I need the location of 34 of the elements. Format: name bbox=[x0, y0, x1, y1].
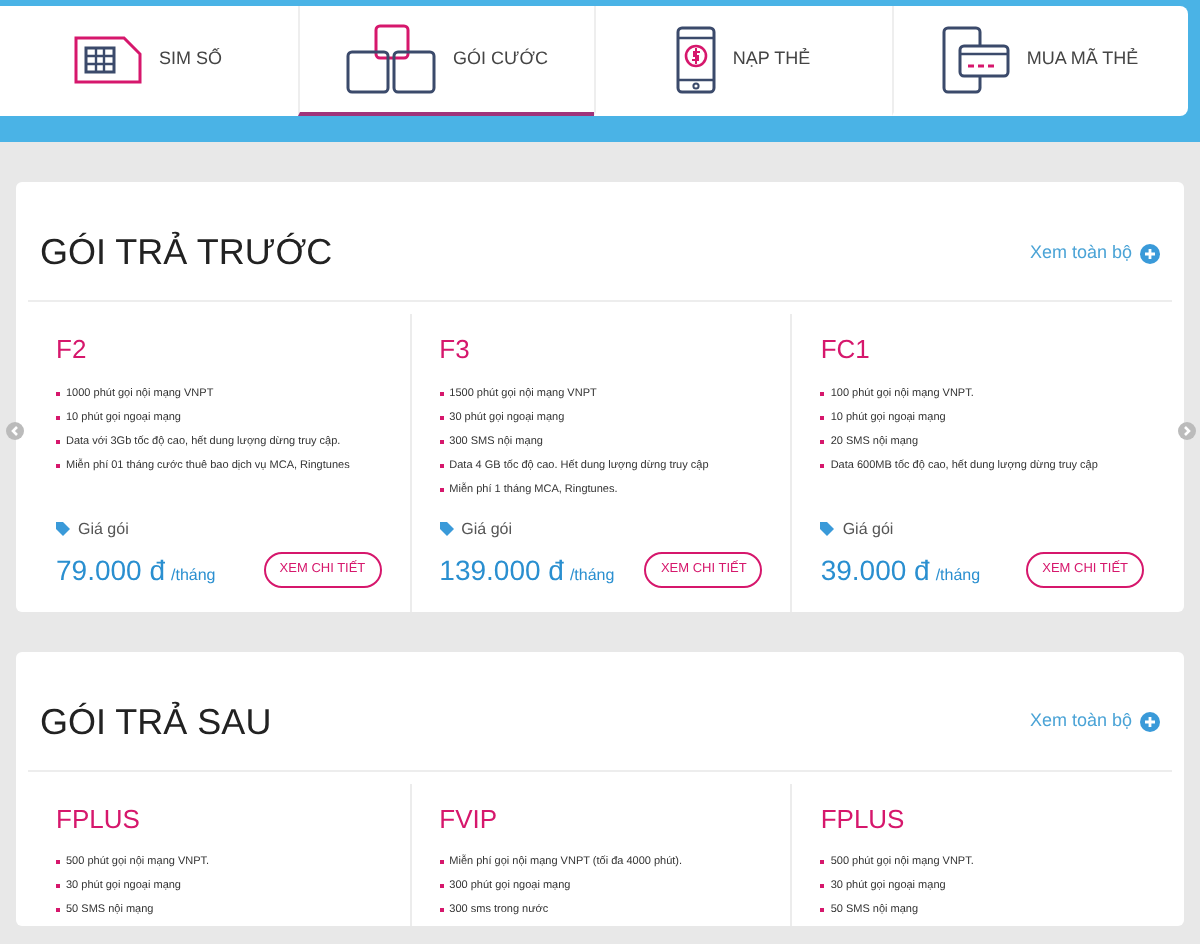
price-label: Giá gói bbox=[461, 517, 513, 541]
previous-arrow-icon[interactable] bbox=[6, 422, 24, 440]
price-label: Giá gói bbox=[78, 517, 129, 541]
phone-dollar-icon bbox=[676, 25, 717, 93]
price-period: /tháng bbox=[935, 563, 981, 587]
nav-tab[interactable]: SIM SỐ bbox=[0, 6, 297, 116]
plus-circle-icon bbox=[1140, 712, 1160, 732]
package-name: F3 bbox=[439, 332, 472, 368]
package-name: FC1 bbox=[820, 332, 872, 368]
plus-circle-icon bbox=[1140, 243, 1160, 263]
next-arrow-icon[interactable] bbox=[1178, 422, 1196, 440]
package-name: FVIP bbox=[439, 801, 500, 837]
tag-icon bbox=[439, 522, 454, 536]
phone-card-icon bbox=[942, 25, 1011, 93]
nav-tab[interactable]: MUA MÃ THẺ bbox=[891, 6, 1188, 116]
price: 139.000 đ bbox=[439, 551, 564, 589]
boxes-icon bbox=[345, 23, 438, 95]
package-name: FPLUS bbox=[56, 801, 142, 837]
tag-icon bbox=[56, 522, 70, 536]
price: 79.000 đ bbox=[56, 551, 165, 589]
section-title: GÓI TRẢ SAU bbox=[40, 699, 272, 745]
section-title: GÓI TRẢ TRƯỚC bbox=[40, 229, 333, 276]
package-name: F2 bbox=[56, 332, 89, 368]
price-label: Giá gói bbox=[842, 517, 894, 541]
nav-tab[interactable]: NẠP THẺ bbox=[594, 6, 891, 116]
sim-card-icon bbox=[74, 35, 143, 83]
view-all-link[interactable]: Xem toàn bộ bbox=[1029, 708, 1160, 736]
nav-tab[interactable]: GÓI CƯỚC bbox=[297, 6, 594, 116]
view-all-link[interactable]: Xem toàn bộ bbox=[1029, 239, 1160, 267]
price-period: /tháng bbox=[569, 563, 615, 587]
package-name: FPLUS bbox=[820, 801, 907, 837]
tag-icon bbox=[820, 522, 835, 536]
price: 39.000 đ bbox=[820, 551, 930, 589]
price-period: /tháng bbox=[171, 563, 216, 587]
